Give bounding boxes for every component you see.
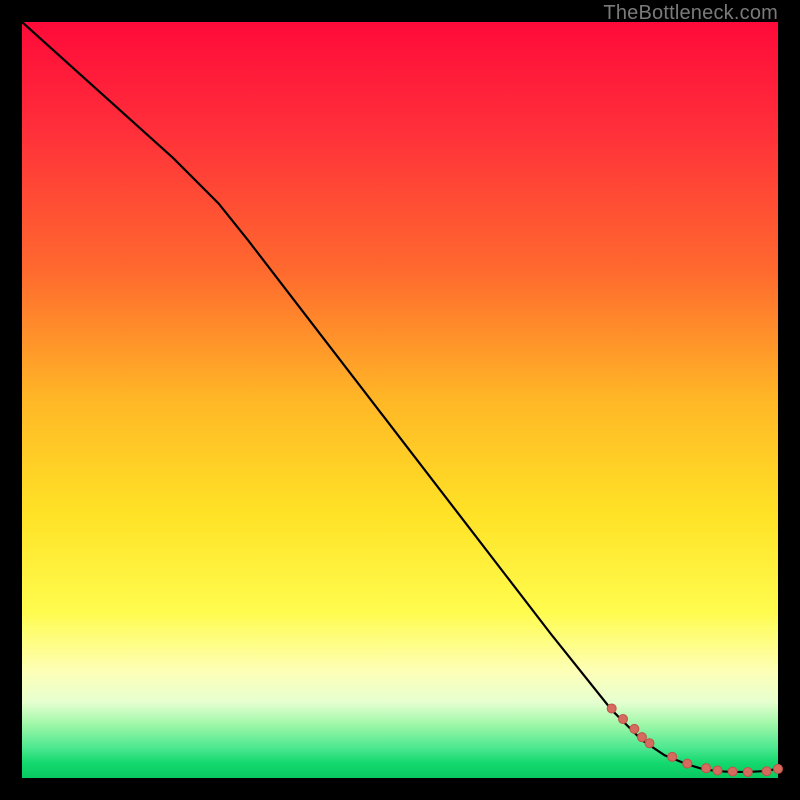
chart-stage: TheBottleneck.com [0, 0, 800, 800]
data-point [774, 764, 783, 773]
data-point [713, 766, 722, 775]
data-point [637, 733, 646, 742]
data-point [668, 752, 677, 761]
data-point [619, 715, 628, 724]
chart-overlay [22, 22, 778, 778]
data-point [630, 724, 639, 733]
data-point [702, 764, 711, 773]
data-point [645, 739, 654, 748]
data-point [607, 704, 616, 713]
data-point [683, 759, 692, 768]
data-point [762, 767, 771, 776]
data-point [728, 767, 737, 776]
bottleneck-curve [22, 22, 778, 772]
data-point [743, 767, 752, 776]
